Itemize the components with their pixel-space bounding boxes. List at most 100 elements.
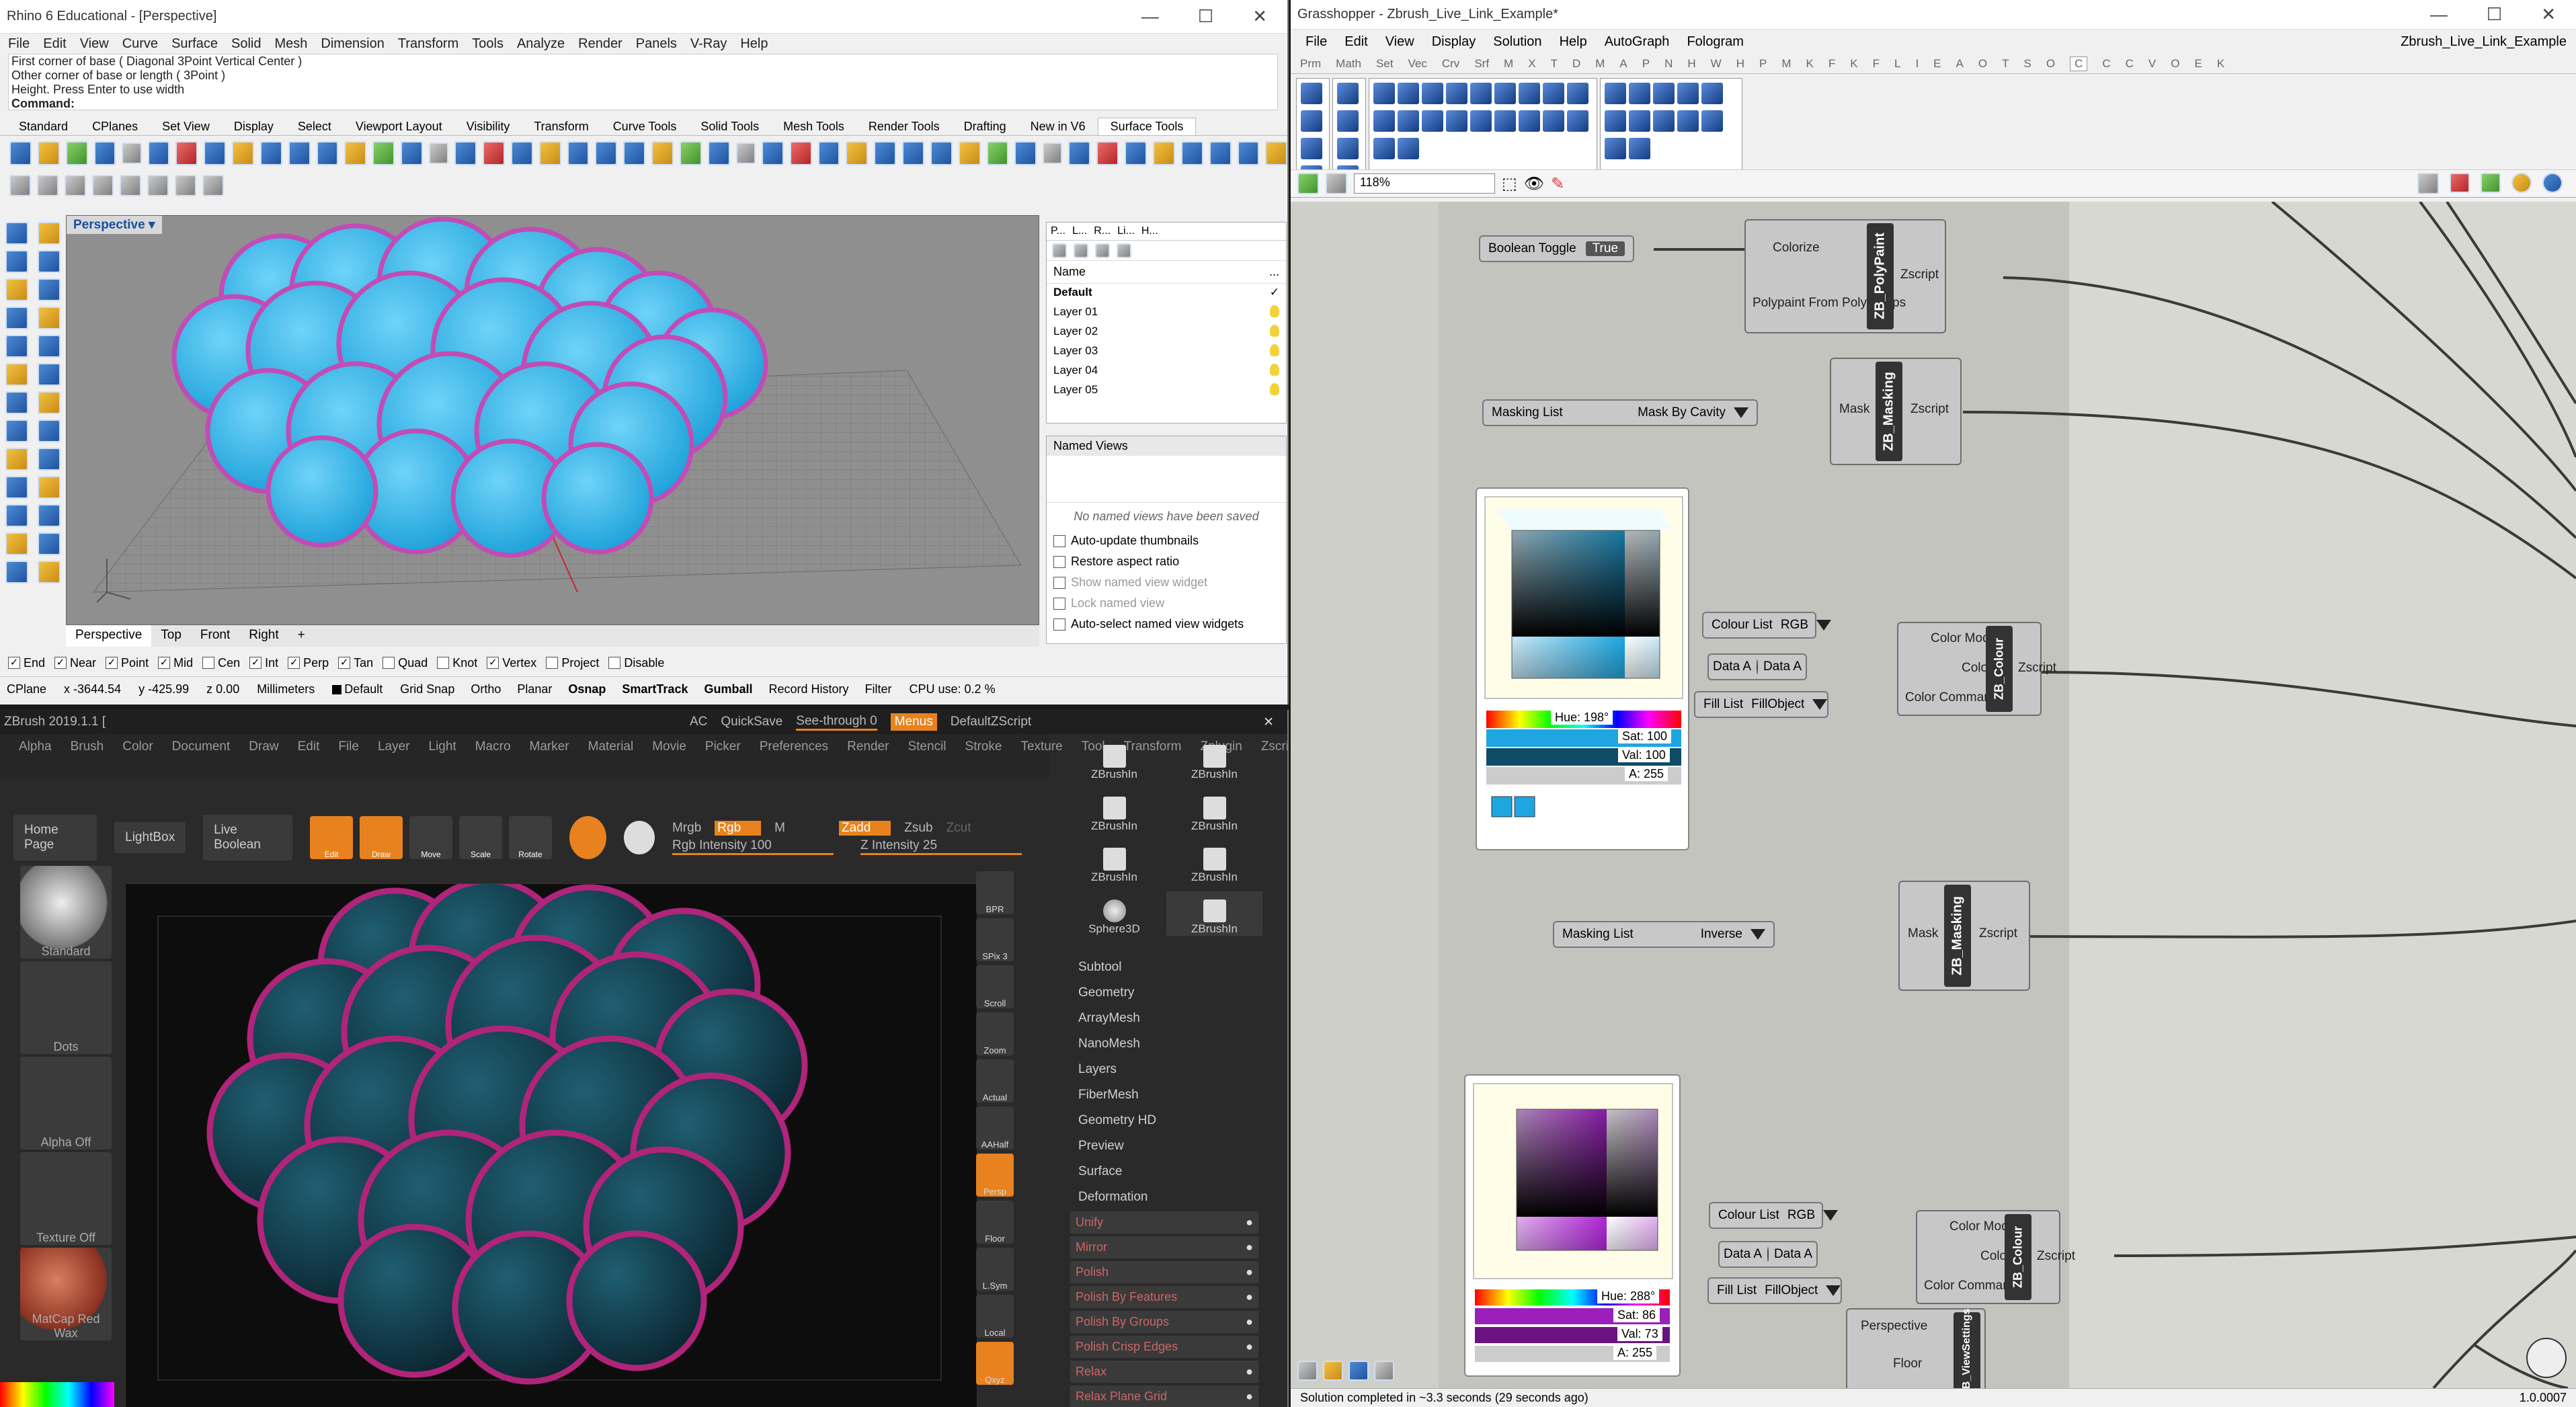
surface-tool-icon[interactable]: [789, 141, 812, 165]
component-icon[interactable]: [1422, 83, 1443, 104]
gh-tab[interactable]: K: [1806, 57, 1814, 71]
checkbox[interactable]: [1053, 597, 1065, 610]
sketch-icon[interactable]: [1323, 1361, 1343, 1381]
shelf-button[interactable]: Zoom: [976, 1012, 1014, 1055]
toolbar-tab[interactable]: CPlanes: [80, 118, 150, 135]
toolbar-tab[interactable]: Standard: [7, 118, 80, 135]
toolbar-tab[interactable]: Display: [222, 118, 286, 135]
dropdown-icon[interactable]: [1750, 929, 1765, 940]
checkbox[interactable]: ✓: [8, 657, 20, 669]
menu-solid[interactable]: Solid: [231, 36, 261, 52]
osnap-knot[interactable]: Knot: [437, 656, 477, 670]
surface-tool-icon[interactable]: [1180, 141, 1203, 165]
checkmark-icon[interactable]: ✓: [1270, 286, 1279, 301]
checkbox[interactable]: [1053, 555, 1065, 568]
panel-icon[interactable]: [1374, 1361, 1394, 1381]
surface-tool-icon[interactable]: [204, 141, 227, 165]
main-tool-icon[interactable]: [5, 278, 28, 301]
deformation-slider[interactable]: Unify ●: [1070, 1211, 1258, 1234]
surface-tool-icon[interactable]: [679, 141, 702, 165]
menu-tools[interactable]: Tools: [472, 36, 504, 52]
toolbar-tab[interactable]: Transform: [522, 118, 600, 135]
surface-tool-icon[interactable]: [538, 141, 561, 165]
main-tool-icon[interactable]: [38, 363, 61, 386]
component-icon[interactable]: [1629, 83, 1650, 104]
menu-help[interactable]: Help: [740, 36, 768, 52]
toolbar-tab[interactable]: Curve Tools: [601, 118, 689, 135]
component-icon[interactable]: [1519, 110, 1540, 132]
zb-menu-draw[interactable]: Draw: [249, 739, 278, 754]
status-toggle[interactable]: Gumball: [704, 682, 752, 696]
surface-tool-icon[interactable]: [1096, 141, 1119, 165]
rotate-button[interactable]: Rotate: [508, 816, 552, 859]
dropdown-icon[interactable]: [1816, 620, 1832, 631]
surface-tool-icon[interactable]: [735, 143, 756, 164]
toolbar-tab[interactable]: New in V6: [1018, 118, 1098, 135]
panel-tab[interactable]: L...: [1072, 225, 1087, 237]
component-icon[interactable]: [1629, 110, 1650, 132]
shelf-button[interactable]: SPix 3: [976, 918, 1014, 961]
move-button[interactable]: Move: [409, 816, 452, 859]
dropdown-icon[interactable]: [1812, 699, 1828, 710]
lightbox-button[interactable]: LightBox: [114, 822, 186, 853]
gh-tab[interactable]: Set: [1376, 57, 1394, 71]
gh-tab[interactable]: F: [1873, 57, 1880, 71]
gh-menu-file[interactable]: File: [1305, 34, 1327, 50]
colour-swatch-1[interactable]: Hue: 198° Sat: 100 Val: 100 A: 255: [1476, 487, 1689, 850]
zoom-select[interactable]: 118%: [1354, 173, 1495, 194]
gh-menu-view[interactable]: View: [1385, 34, 1414, 50]
zbrush-canvas[interactable]: [125, 883, 977, 1407]
gh-tab[interactable]: O: [2046, 57, 2055, 71]
preview-eye-icon[interactable]: 👁: [1524, 174, 1544, 194]
osnap-tan[interactable]: ✓ Tan: [338, 656, 373, 670]
surface-tool-icon[interactable]: [1068, 141, 1091, 165]
gh-tab[interactable]: K: [1850, 57, 1857, 71]
gh-tab[interactable]: Srf: [1474, 57, 1489, 71]
standard-tool-icon[interactable]: [37, 175, 58, 196]
material-icon[interactable]: [569, 816, 607, 859]
zb-menu-movie[interactable]: Movie: [652, 739, 686, 754]
panel-tab[interactable]: H...: [1141, 225, 1158, 237]
checkbox[interactable]: ✓: [487, 657, 499, 669]
rgb-intensity-slider[interactable]: Rgb Intensity 100: [672, 838, 834, 855]
data-relay-2[interactable]: Data A Data A: [1718, 1241, 1818, 1268]
gh-tab[interactable]: P: [1759, 57, 1767, 71]
deformation-slider[interactable]: Mirror ●: [1070, 1236, 1258, 1258]
minimize-icon[interactable]: —: [2430, 4, 2448, 25]
zb-masking-component-1[interactable]: Mask ZB_Masking Zscript: [1830, 358, 1962, 465]
save-file-icon[interactable]: [1326, 173, 1347, 194]
gh-tab[interactable]: F: [1828, 57, 1835, 71]
gh-tab[interactable]: C: [2070, 56, 2088, 71]
zb-menu-edit[interactable]: Edit: [298, 739, 320, 754]
zb-menu-stencil[interactable]: Stencil: [908, 739, 946, 754]
bake-icon[interactable]: [2417, 173, 2439, 194]
osnap-int[interactable]: ✓ Int: [249, 656, 278, 670]
component-icon[interactable]: [1701, 110, 1723, 132]
surface-tool-icon[interactable]: [567, 141, 590, 165]
named-view-option[interactable]: Show named view widget: [1047, 572, 1286, 593]
main-tool-icon[interactable]: [38, 250, 61, 273]
shelf-button[interactable]: Scroll: [976, 965, 1014, 1008]
lightbulb-icon[interactable]: [1270, 305, 1279, 317]
delete-layer-icon[interactable]: [1074, 243, 1088, 258]
lightbulb-icon[interactable]: [1270, 364, 1279, 376]
osnap-mid[interactable]: ✓ Mid: [158, 656, 193, 670]
tool-section[interactable]: Preview: [1066, 1133, 1262, 1159]
dropdown-icon[interactable]: [1734, 407, 1748, 418]
status-toggle[interactable]: Grid Snap: [400, 682, 454, 696]
status-toggle[interactable]: Filter: [865, 682, 892, 696]
zb-menu-picker[interactable]: Picker: [705, 739, 741, 754]
status-toggle[interactable]: Ortho: [471, 682, 501, 696]
component-icon[interactable]: [1543, 83, 1564, 104]
main-tool-icon[interactable]: [5, 222, 28, 245]
doc-name[interactable]: Zbrush_Live_Link_Example: [2401, 34, 2576, 50]
toolbar-tab[interactable]: Solid Tools: [688, 118, 771, 135]
status-toggle[interactable]: Planar: [517, 682, 552, 696]
component-icon[interactable]: [1398, 138, 1419, 159]
zb-menu-stroke[interactable]: Stroke: [965, 739, 1002, 754]
gh-tab[interactable]: Vec: [1408, 57, 1427, 71]
gh-tab[interactable]: M: [1781, 57, 1791, 71]
toolbar-tab[interactable]: Set View: [150, 118, 222, 135]
standard-tool-icon[interactable]: [202, 175, 224, 196]
tool-section[interactable]: NanoMesh: [1066, 1031, 1262, 1057]
